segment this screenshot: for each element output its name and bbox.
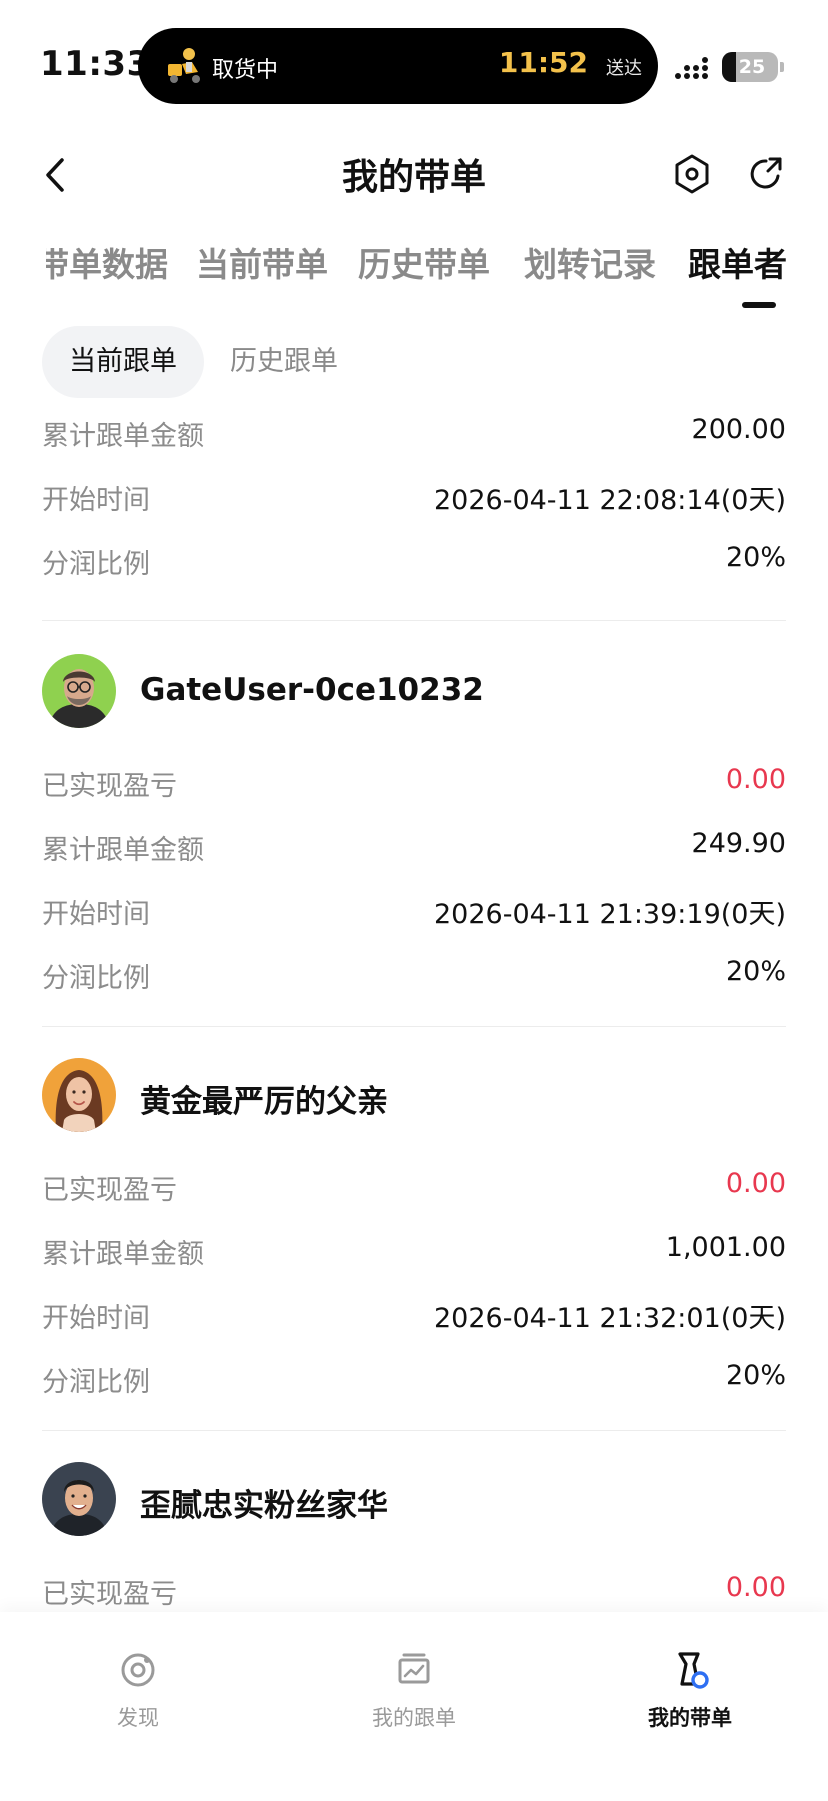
hexagon-settings-icon[interactable] [668,150,716,198]
follower-name: 黄金最严厉的父亲 [140,1084,388,1120]
avatar-woman-icon [42,1058,116,1132]
dynamic-island[interactable]: 取货中 11:52 送达 [138,28,658,104]
follower-name: 歪腻忠实粉丝家华 [140,1488,388,1524]
nav-discover[interactable]: 发现 [58,1648,218,1748]
realized-pnl-value: 0.00 [725,1572,786,1603]
delivery-eta: 11:52 [498,46,588,79]
nav-label: 我的跟单 [372,1706,456,1730]
nav-label: 我的带单 [648,1706,732,1730]
info-row: 已实现盈亏 0.00 [42,1558,786,1610]
profit-share-label: 分润比例 [42,549,150,580]
info-row: 开始时间 2026-04-11 21:32:01(0天) [42,1282,786,1346]
total-amount-value: 200.00 [691,414,786,445]
avatar [42,654,116,728]
realized-pnl-label: 已实现盈亏 [42,771,177,802]
total-amount-label: 累计跟单金额 [42,1239,204,1270]
info-row: 累计跟单金额 1,001.00 [42,1218,786,1282]
start-time-label: 开始时间 [42,899,150,930]
follower-header[interactable]: GateUser-0ce10232 [42,654,786,732]
signal-icon [675,57,708,79]
info-row: 开始时间 2026-04-11 22:08:14(0天) [42,464,786,528]
battery-icon: 25 [722,52,778,82]
chart-board-icon [398,1653,430,1684]
total-amount-label: 累计跟单金额 [42,835,204,866]
delivery-status: 取货中 [212,58,279,83]
status-time: 11:33 [40,44,151,84]
info-row: 累计跟单金额 200.00 [42,400,786,464]
divider [42,1026,786,1027]
realized-pnl-value: 0.00 [725,1168,786,1199]
total-amount-value: 1,001.00 [665,1232,786,1263]
main-tabs: 带单数据 当前带单 历史带单 划转记录 跟单者 [0,232,828,312]
info-row: 已实现盈亏 0.00 [42,1154,786,1218]
total-amount-label: 累计跟单金额 [42,421,204,452]
info-row: 分润比例 20% [42,942,786,1006]
start-time-label: 开始时间 [42,1303,150,1334]
divider [42,1430,786,1431]
status-bar: 11:33 取货中 11:52 送达 25 [0,0,828,120]
realized-pnl-label: 已实现盈亏 [42,1579,177,1610]
lead-trade-icon [678,1652,709,1689]
start-time-value: 2026-04-11 22:08:14(0天) [433,485,786,516]
total-amount-value: 249.90 [691,828,786,859]
delivery-rider-icon [168,48,200,83]
page-header: 我的带单 [0,140,828,210]
realized-pnl-value: 0.00 [725,764,786,795]
nav-my-lead[interactable]: 我的带单 [610,1648,770,1748]
follower-header[interactable]: 黄金最严厉的父亲 [42,1058,786,1136]
realized-pnl-label: 已实现盈亏 [42,1175,177,1206]
profit-share-value: 20% [725,1360,786,1391]
profit-share-label: 分润比例 [42,1367,150,1398]
start-time-value: 2026-04-11 21:32:01(0天) [433,1303,786,1334]
profit-share-value: 20% [725,542,786,573]
avatar-man-glasses-icon [42,654,116,728]
follower-list: 累计跟单金额 200.00 开始时间 2026-04-11 22:08:14(0… [0,400,828,1610]
share-icon[interactable] [742,150,790,198]
follower-name: GateUser-0ce10232 [140,672,484,708]
start-time-value: 2026-04-11 21:39:19(0天) [433,899,786,930]
profit-share-label: 分润比例 [42,963,150,994]
info-row: 累计跟单金额 249.90 [42,814,786,878]
avatar [42,1058,116,1132]
info-row: 分润比例 20% [42,528,786,592]
nav-my-follow[interactable]: 我的跟单 [334,1648,494,1748]
tab-lead-data[interactable]: 带单数据 [46,238,168,286]
subtab-history-follow[interactable]: 历史跟单 [230,326,338,398]
bottom-nav: 发现 我的跟单 我的带单 [0,1612,828,1801]
info-row: 开始时间 2026-04-11 21:39:19(0天) [42,878,786,942]
delivery-eta-suffix: 送达 [606,58,642,79]
tab-history-lead[interactable]: 历史带单 [358,238,490,286]
info-row: 已实现盈亏 0.00 [42,750,786,814]
info-row: 分润比例 20% [42,1346,786,1410]
subtab-current-follow[interactable]: 当前跟单 [42,326,204,398]
battery-cap [780,62,784,72]
start-time-label: 开始时间 [42,485,150,516]
divider [42,620,786,621]
tab-transfer-records[interactable]: 划转记录 [524,238,656,286]
nav-label: 发现 [117,1706,159,1730]
avatar [42,1462,116,1536]
battery-level: 25 [738,56,766,78]
follower-header[interactable]: 歪腻忠实粉丝家华 [42,1462,786,1540]
avatar-man-smiling-icon [42,1462,116,1536]
discover-icon [121,1653,155,1687]
tab-followers[interactable]: 跟单者 [688,238,787,286]
profit-share-value: 20% [725,956,786,987]
tab-current-lead[interactable]: 当前带单 [196,238,328,286]
active-tab-indicator [742,302,776,308]
